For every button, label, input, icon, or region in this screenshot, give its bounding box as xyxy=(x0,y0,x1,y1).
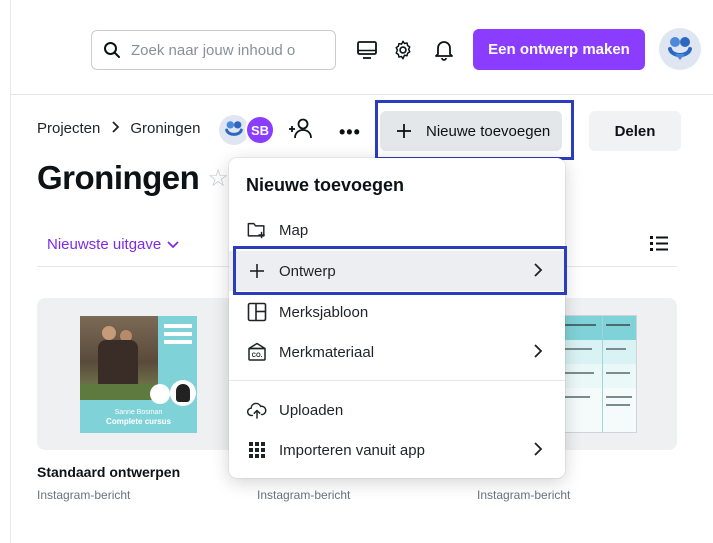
chevron-down-icon xyxy=(167,236,179,253)
star-icon[interactable]: ☆ xyxy=(207,164,229,193)
search-placeholder: Zoek naar jouw inhoud o xyxy=(131,41,296,59)
apps-grid-icon xyxy=(247,440,267,460)
list-view-icon[interactable] xyxy=(649,234,669,257)
menu-item-label: Uploaden xyxy=(279,401,344,419)
menu-item-label: Merkmateriaal xyxy=(279,343,375,361)
menu-item-label: Map xyxy=(279,221,309,239)
add-new-button[interactable]: Nieuwe toevoegen xyxy=(380,111,562,151)
menu-item-brand-kit[interactable]: CO. Merkmateriaal xyxy=(229,332,565,372)
breadcrumb: Projecten Groningen xyxy=(37,120,200,137)
folder-plus-icon xyxy=(247,220,267,240)
plus-icon xyxy=(247,261,267,281)
top-bar: Zoek naar jouw inhoud o Een ontwerp make… xyxy=(11,0,713,95)
bell-icon[interactable] xyxy=(430,36,458,64)
svg-text:CO.: CO. xyxy=(252,353,263,359)
card-subtitle: Instagram-bericht xyxy=(37,488,131,502)
chevron-right-icon xyxy=(533,441,543,461)
card-title[interactable]: Standaard ontwerpen xyxy=(37,464,180,480)
collaborator-avatar-sb: SB xyxy=(245,115,275,145)
create-design-button[interactable]: Een ontwerp maken xyxy=(473,29,645,70)
chevron-right-icon xyxy=(533,262,543,282)
menu-item-label: Ontwerp xyxy=(279,262,336,280)
menu-item-folder[interactable]: Map xyxy=(229,210,565,250)
brand-kit-icon: CO. xyxy=(247,342,267,362)
share-button[interactable]: Delen xyxy=(589,111,681,151)
menu-item-upload[interactable]: Uploaden xyxy=(229,390,565,430)
design-card[interactable]: Sanne Bosman Complete cursus xyxy=(37,298,237,450)
thumbnail-text-1: Sanne Bosman xyxy=(114,409,163,416)
card-subtitle: Instagram-bericht xyxy=(257,488,351,502)
card-subtitle: Instagram-bericht xyxy=(477,488,571,502)
chevron-right-icon xyxy=(110,120,120,137)
thumbnail-text-2: Complete cursus xyxy=(106,417,171,426)
design-thumbnail: Sanne Bosman Complete cursus xyxy=(80,316,197,433)
menu-item-design[interactable]: Ontwerp xyxy=(229,251,565,291)
cloud-upload-icon xyxy=(247,400,267,420)
more-options-icon[interactable]: ••• xyxy=(339,122,361,143)
add-new-label: Nieuwe toevoegen xyxy=(426,122,551,140)
menu-item-label: Importeren vanuit app xyxy=(279,441,425,459)
plus-icon xyxy=(394,121,414,141)
sort-label: Nieuwste uitgave xyxy=(47,236,162,253)
sort-dropdown[interactable]: Nieuwste uitgave xyxy=(47,236,179,253)
desktop-app-icon[interactable] xyxy=(353,36,381,64)
page-title: Groningen ☆ xyxy=(37,159,229,197)
breadcrumb-projects-link[interactable]: Projecten xyxy=(37,120,100,137)
gear-icon[interactable] xyxy=(389,36,417,64)
add-new-menu: Nieuwe toevoegen Map Ontwerp Merksjabloo… xyxy=(229,158,565,478)
chevron-right-icon xyxy=(533,343,543,363)
breadcrumb-current[interactable]: Groningen xyxy=(130,120,200,137)
avatar[interactable] xyxy=(659,28,701,70)
menu-item-brand-template[interactable]: Merksjabloon xyxy=(229,292,565,332)
page-title-text: Groningen xyxy=(37,159,200,196)
search-field[interactable]: Zoek naar jouw inhoud o xyxy=(91,30,336,70)
app-window: Zoek naar jouw inhoud o Een ontwerp make… xyxy=(10,0,713,543)
menu-title: Nieuwe toevoegen xyxy=(246,175,405,195)
search-icon xyxy=(102,40,122,60)
add-people-icon[interactable] xyxy=(287,116,315,147)
menu-divider xyxy=(229,380,565,381)
menu-item-import-app[interactable]: Importeren vanuit app xyxy=(229,430,565,470)
template-icon xyxy=(247,302,267,322)
menu-item-label: Merksjabloon xyxy=(279,303,369,321)
collaborator-avatars[interactable]: SB xyxy=(219,115,275,145)
